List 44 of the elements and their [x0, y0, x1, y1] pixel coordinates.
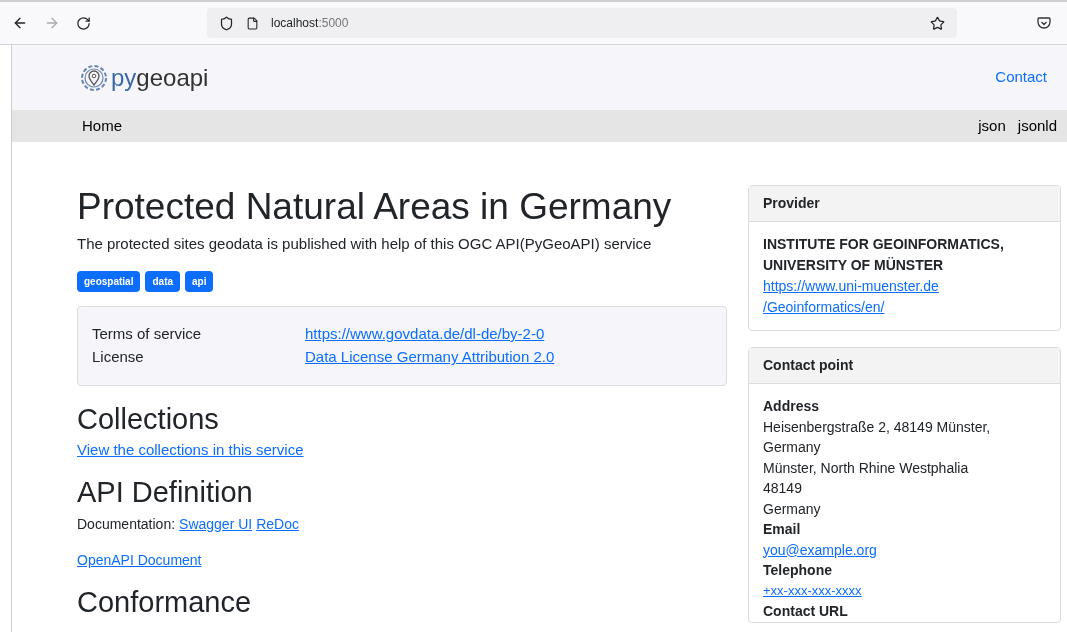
page-title: Protected Natural Areas in Germany [77, 185, 673, 229]
address-line: Münster, North Rhine Westphalia [763, 458, 970, 478]
back-icon[interactable] [12, 15, 28, 31]
card-header: Contact point [749, 348, 1060, 384]
terms-label: License [92, 347, 145, 368]
provider-name: INSTITUTE FOR GEOINFORMATICS, UNIVERSITY OF MÜNSTER [763, 235, 1005, 275]
documentation-label: Documentation: [77, 515, 176, 534]
keyword-badge: api [185, 270, 214, 292]
field-label: Address [763, 397, 820, 416]
field-label: Contact URL [763, 602, 848, 621]
terms-link[interactable]: Data License Germany Attribution 2.0 [305, 346, 555, 369]
description-text: The protected sites geodata is published with help of this OGC API(PyGeoAPI) service [77, 234, 653, 255]
telephone-link[interactable]: +xx-xxx-xxx-xxxx [763, 580, 862, 601]
documentation-link[interactable]: ReDoc [256, 514, 299, 535]
page-icon [246, 16, 259, 30]
reload-icon[interactable] [76, 15, 91, 31]
keyword-badge: geospatial [77, 270, 141, 292]
field-label: Telephone [763, 561, 832, 580]
format-link[interactable]: json [978, 114, 1006, 138]
keyword-badge: data [145, 270, 181, 292]
address-line: Heisenbergstraße 2, 48149 Münster, Germany [763, 417, 992, 457]
section-heading: API Definition [77, 475, 254, 510]
card-header: Provider [749, 186, 1060, 222]
home-link[interactable]: Home [82, 114, 122, 138]
url-text: localhost:5000 [271, 15, 349, 32]
section-heading: Collections [77, 401, 220, 437]
documentation-link[interactable]: Swagger UI [179, 514, 253, 535]
format-link[interactable]: jsonld [1017, 114, 1057, 138]
address-bar[interactable]: localhost:5000 [207, 8, 957, 38]
pygeoapi-logo[interactable]: pygeoapi [77, 60, 209, 95]
field-label: Email [763, 520, 801, 539]
shield-icon [219, 15, 234, 31]
contact-link[interactable]: Contact [995, 66, 1047, 89]
section-heading: Conformance [77, 585, 253, 620]
openapi-link[interactable]: OpenAPI Document [77, 550, 202, 571]
address-line: 48149 [763, 479, 803, 498]
bookmark-star-icon[interactable] [930, 15, 945, 31]
terms-link[interactable]: https://www.govdata.de/dl-de/by-2-0 [305, 322, 545, 346]
email-link[interactable]: you@example.org [763, 539, 877, 560]
terms-label: Terms of service [92, 323, 203, 344]
pocket-icon[interactable] [1037, 16, 1051, 30]
provider-link[interactable]: https://www.uni-muenster.de /Geoinformatics/en/ [763, 276, 939, 318]
collections-link[interactable]: View the collections in this service [77, 438, 304, 462]
address-line: Germany [763, 499, 822, 519]
